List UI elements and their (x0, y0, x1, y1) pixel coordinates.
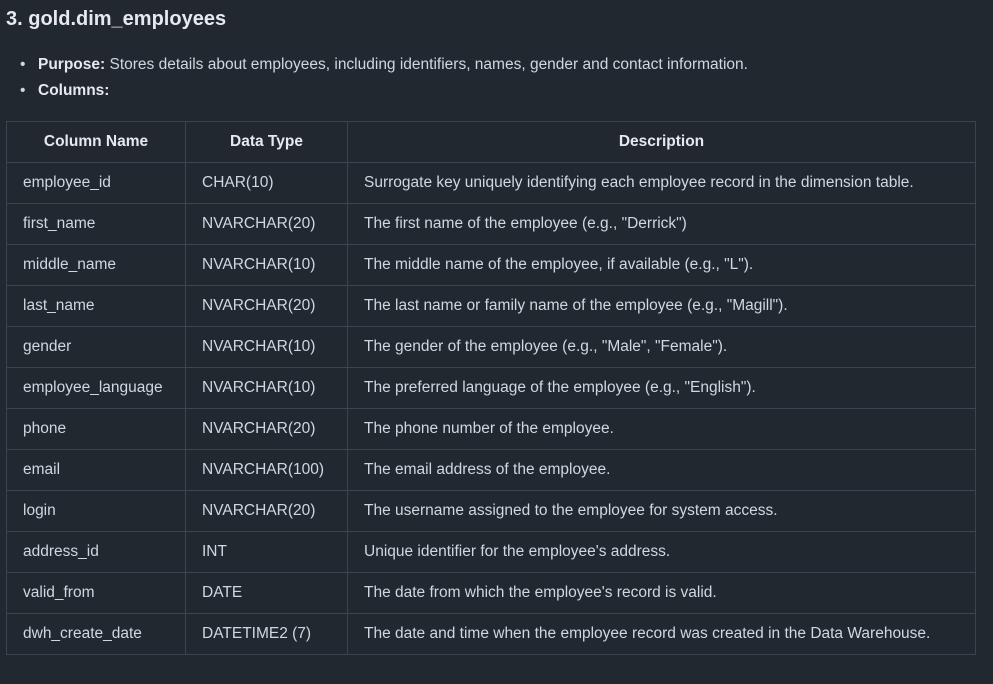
cell-column-name: gender (6, 326, 186, 368)
table-row: login NVARCHAR(20) The username assigned… (6, 490, 976, 532)
cell-description: Surrogate key uniquely identifying each … (347, 162, 976, 204)
cell-data-type: CHAR(10) (185, 162, 348, 204)
purpose-text: Stores details about employees, includin… (105, 56, 748, 73)
table-row: valid_from DATE The date from which the … (6, 572, 976, 614)
cell-data-type: INT (185, 531, 348, 573)
cell-description: The phone number of the employee. (347, 408, 976, 450)
cell-column-name: middle_name (6, 244, 186, 286)
section-heading: 3. gold.dim_employees (6, 8, 227, 30)
table-row: first_name NVARCHAR(20) The first name o… (6, 203, 976, 245)
table-row: address_id INT Unique identifier for the… (6, 531, 976, 573)
purpose-label: Purpose: (38, 56, 106, 73)
cell-column-name: dwh_create_date (6, 613, 186, 655)
cell-data-type: DATETIME2 (7) (185, 613, 348, 655)
cell-column-name: employee_language (6, 367, 186, 409)
purpose-item: Purpose: Stores details about employees,… (18, 52, 748, 78)
cell-description: The gender of the employee (e.g., "Male"… (347, 326, 976, 368)
cell-description: The first name of the employee (e.g., "D… (347, 203, 976, 245)
cell-column-name: phone (6, 408, 186, 450)
header-column-name: Column Name (6, 121, 186, 163)
table-row: gender NVARCHAR(10) The gender of the em… (6, 326, 976, 368)
cell-data-type: DATE (185, 572, 348, 614)
cell-description: The email address of the employee. (347, 449, 976, 491)
header-description: Description (347, 121, 976, 163)
table-row: employee_id CHAR(10) Surrogate key uniqu… (6, 162, 976, 204)
cell-description: The username assigned to the employee fo… (347, 490, 976, 532)
cell-column-name: email (6, 449, 186, 491)
cell-column-name: address_id (6, 531, 186, 573)
cell-description: Unique identifier for the employee's add… (347, 531, 976, 573)
cell-column-name: login (6, 490, 186, 532)
columns-label: Columns: (38, 82, 110, 99)
cell-data-type: NVARCHAR(20) (185, 490, 348, 532)
cell-data-type: NVARCHAR(20) (185, 203, 348, 245)
columns-item: Columns: (18, 78, 748, 104)
cell-column-name: employee_id (6, 162, 186, 204)
table-header-row: Column Name Data Type Description (6, 121, 976, 163)
cell-description: The middle name of the employee, if avai… (347, 244, 976, 286)
cell-data-type: NVARCHAR(10) (185, 244, 348, 286)
cell-column-name: last_name (6, 285, 186, 327)
table-row: employee_language NVARCHAR(10) The prefe… (6, 367, 976, 409)
table-row: last_name NVARCHAR(20) The last name or … (6, 285, 976, 327)
cell-data-type: NVARCHAR(10) (185, 367, 348, 409)
columns-table: Column Name Data Type Description employ… (6, 121, 976, 655)
cell-description: The preferred language of the employee (… (347, 367, 976, 409)
cell-description: The last name or family name of the empl… (347, 285, 976, 327)
cell-data-type: NVARCHAR(10) (185, 326, 348, 368)
table-row: dwh_create_date DATETIME2 (7) The date a… (6, 613, 976, 655)
cell-data-type: NVARCHAR(20) (185, 285, 348, 327)
bullet-list: Purpose: Stores details about employees,… (18, 52, 748, 104)
cell-data-type: NVARCHAR(100) (185, 449, 348, 491)
cell-data-type: NVARCHAR(20) (185, 408, 348, 450)
table-row: email NVARCHAR(100) The email address of… (6, 449, 976, 491)
table-row: phone NVARCHAR(20) The phone number of t… (6, 408, 976, 450)
cell-column-name: valid_from (6, 572, 186, 614)
cell-description: The date and time when the employee reco… (347, 613, 976, 655)
cell-column-name: first_name (6, 203, 186, 245)
cell-description: The date from which the employee's recor… (347, 572, 976, 614)
document-section: 3. gold.dim_employees Purpose: Stores de… (0, 0, 993, 684)
header-data-type: Data Type (185, 121, 348, 163)
table-row: middle_name NVARCHAR(10) The middle name… (6, 244, 976, 286)
